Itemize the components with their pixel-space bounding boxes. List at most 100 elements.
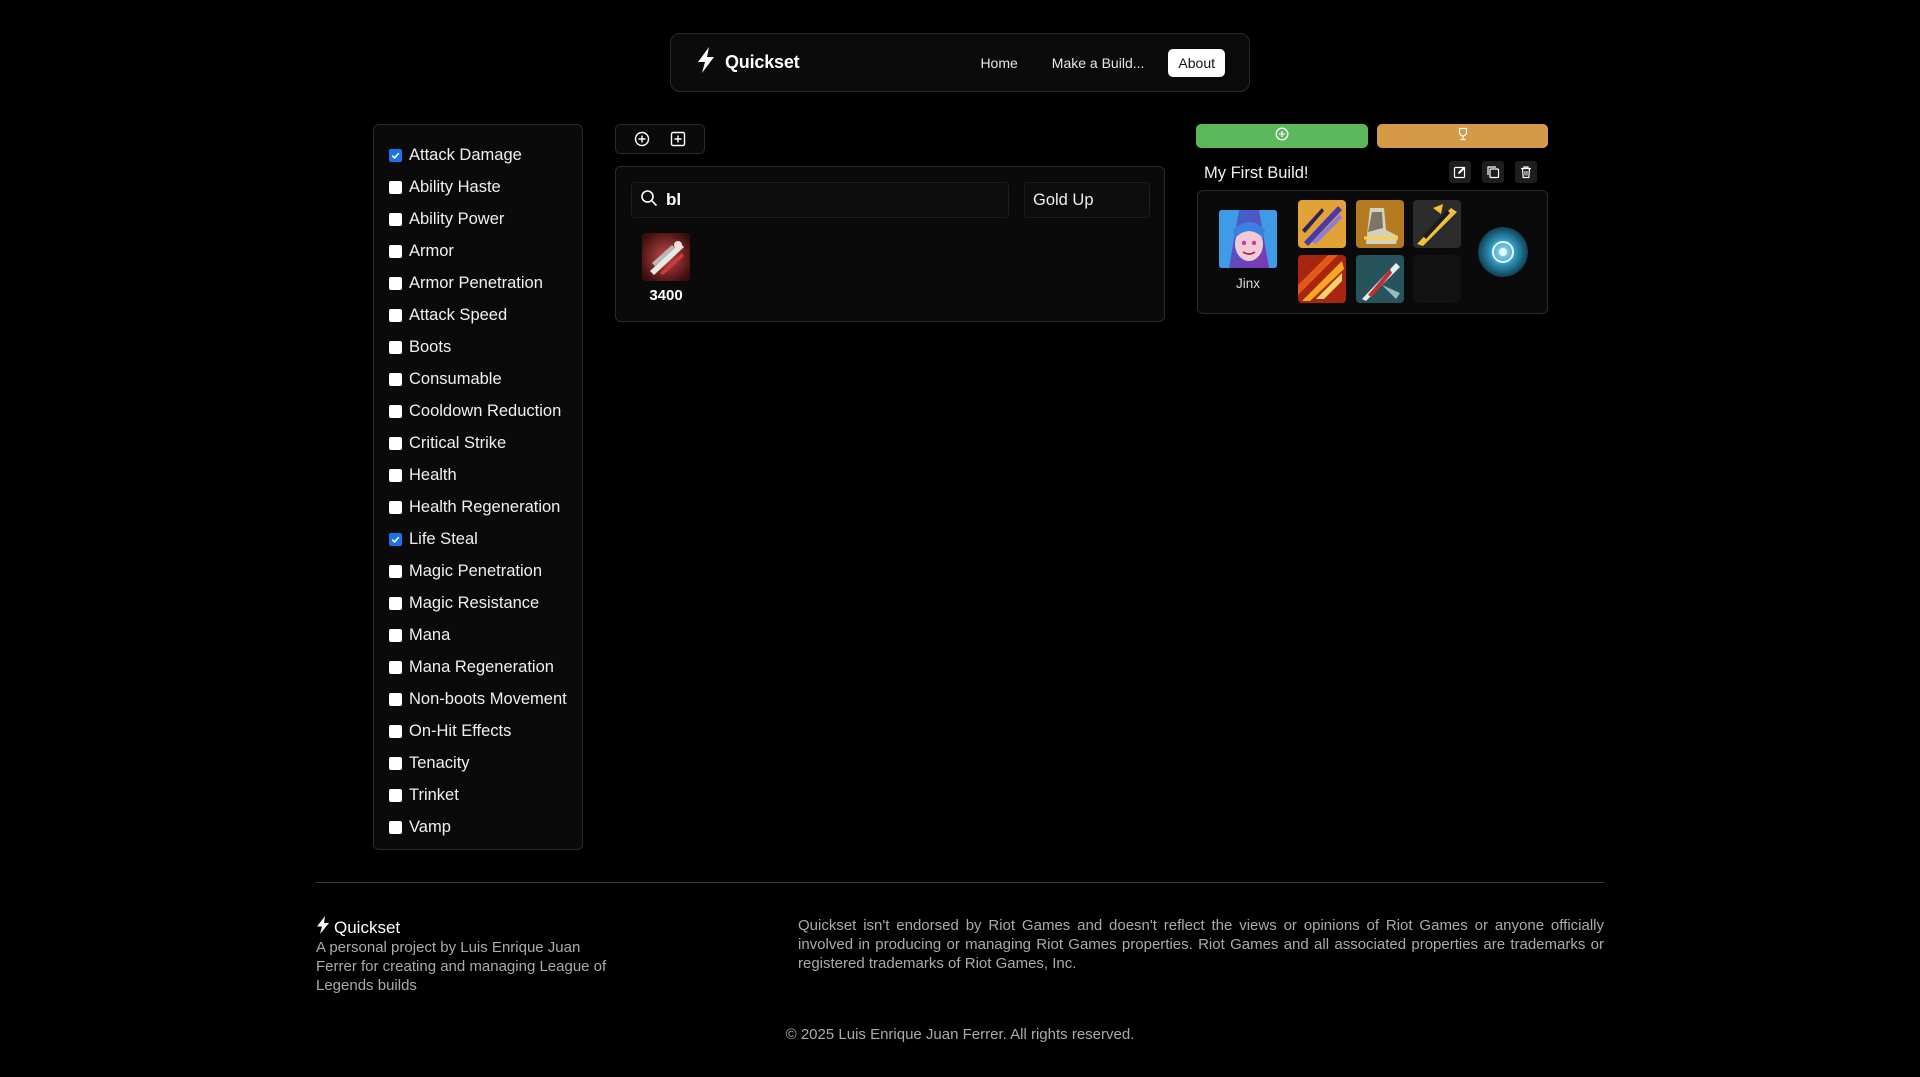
filter-label: Boots xyxy=(409,337,452,356)
filter-option[interactable]: Non-boots Movement xyxy=(389,683,582,715)
circle-plus-icon[interactable] xyxy=(632,129,652,149)
search-icon xyxy=(640,189,666,212)
filter-label: Magic Penetration xyxy=(409,561,542,580)
filter-option[interactable]: Vamp xyxy=(389,811,582,843)
edit-icon[interactable] xyxy=(1449,161,1471,183)
checkbox-checked[interactable] xyxy=(389,532,402,546)
filter-option[interactable]: Health xyxy=(389,459,582,491)
champion-portrait xyxy=(1219,210,1277,268)
save-build-button[interactable] xyxy=(1377,124,1548,148)
build-item-slot-2[interactable] xyxy=(1356,200,1404,248)
filter-option[interactable]: Armor Penetration xyxy=(389,267,582,299)
top-navbar: Quickset Home Make a Build... About xyxy=(670,33,1250,92)
filter-label: Ability Power xyxy=(409,209,505,228)
checkbox[interactable] xyxy=(389,724,402,738)
filter-option[interactable]: Attack Damage xyxy=(389,139,582,171)
checkbox[interactable] xyxy=(389,436,402,450)
build-item-slot-1[interactable] xyxy=(1298,200,1346,248)
filter-label: Armor Penetration xyxy=(409,273,543,292)
item-result[interactable]: 3400 xyxy=(641,233,691,304)
lightning-bolt-icon xyxy=(316,916,330,939)
sort-select[interactable]: Gold Up xyxy=(1024,182,1150,218)
filter-option[interactable]: Tenacity xyxy=(389,747,582,779)
filter-option[interactable]: Trinket xyxy=(389,779,582,811)
checkbox[interactable] xyxy=(389,180,402,194)
nav-link-home[interactable]: Home xyxy=(970,49,1027,77)
stat-filter-panel: Attack Damage Ability Haste Ability Power A… xyxy=(373,124,583,850)
checkbox[interactable] xyxy=(389,244,402,258)
checkbox[interactable] xyxy=(389,820,402,834)
copy-icon[interactable] xyxy=(1482,161,1504,183)
build-trinket-slot[interactable] xyxy=(1478,227,1528,277)
item-icon xyxy=(642,233,690,281)
build-card: Jinx xyxy=(1197,190,1548,314)
footer-legal-notice: Quickset isn't endorsed by Riot Games an… xyxy=(798,917,1604,972)
filter-option[interactable]: Critical Strike xyxy=(389,427,582,459)
checkbox[interactable] xyxy=(389,212,402,226)
nav-link-make-build[interactable]: Make a Build... xyxy=(1042,49,1155,77)
filter-option[interactable]: Consumable xyxy=(389,363,582,395)
square-plus-icon[interactable] xyxy=(668,129,688,149)
filter-option[interactable]: Ability Haste xyxy=(389,171,582,203)
filter-option[interactable]: Health Regeneration xyxy=(389,491,582,523)
checkbox[interactable] xyxy=(389,596,402,610)
filter-label: Non-boots Movement xyxy=(409,689,567,708)
build-item-slot-5[interactable] xyxy=(1356,255,1404,303)
filter-label: Mana Regeneration xyxy=(409,657,554,676)
checkbox[interactable] xyxy=(389,340,402,354)
filter-option[interactable]: Armor xyxy=(389,235,582,267)
filter-option[interactable]: Mana Regeneration xyxy=(389,651,582,683)
build-item-slot-empty[interactable] xyxy=(1413,255,1461,303)
filter-option[interactable]: Cooldown Reduction xyxy=(389,395,582,427)
filter-option[interactable]: Attack Speed xyxy=(389,299,582,331)
checkbox[interactable] xyxy=(389,628,402,642)
new-build-button[interactable] xyxy=(1196,124,1368,148)
footer-brand[interactable]: Quickset xyxy=(316,916,400,939)
filter-label: Attack Damage xyxy=(409,145,522,164)
filter-label: Health xyxy=(409,465,457,484)
champion[interactable]: Jinx xyxy=(1219,210,1277,291)
filter-option[interactable]: Life Steal xyxy=(389,523,582,555)
checkbox[interactable] xyxy=(389,788,402,802)
checkbox[interactable] xyxy=(389,756,402,770)
filter-label: Vamp xyxy=(409,817,451,836)
checkbox[interactable] xyxy=(389,468,402,482)
filter-label: Critical Strike xyxy=(409,433,507,452)
build-item-slot-4[interactable] xyxy=(1298,255,1346,303)
filter-label: Cooldown Reduction xyxy=(409,401,562,420)
checkbox[interactable] xyxy=(389,660,402,674)
search-box xyxy=(631,182,1009,218)
brand[interactable]: Quickset xyxy=(695,47,800,78)
checkbox[interactable] xyxy=(389,372,402,386)
trash-icon[interactable] xyxy=(1515,161,1537,183)
filter-label: Attack Speed xyxy=(409,305,508,324)
build-actions xyxy=(1449,161,1537,183)
filter-label: On-Hit Effects xyxy=(409,721,512,740)
checkbox[interactable] xyxy=(389,564,402,578)
filter-label: Armor xyxy=(409,241,454,260)
filter-option[interactable]: Boots xyxy=(389,331,582,363)
filter-label: Life Steal xyxy=(409,529,478,548)
filter-option[interactable]: On-Hit Effects xyxy=(389,715,582,747)
checkbox[interactable] xyxy=(389,692,402,706)
filter-option[interactable]: Magic Resistance xyxy=(389,587,582,619)
filter-option[interactable]: Mana xyxy=(389,619,582,651)
search-input[interactable] xyxy=(666,190,986,210)
checkbox-checked[interactable] xyxy=(389,148,402,162)
filter-option[interactable]: Ability Power xyxy=(389,203,582,235)
build-title: My First Build! xyxy=(1204,164,1309,182)
filter-label: Health Regeneration xyxy=(409,497,561,516)
trophy-icon xyxy=(1456,127,1470,146)
build-item-slot-3[interactable] xyxy=(1413,200,1461,248)
filter-option[interactable]: Magic Penetration xyxy=(389,555,582,587)
champion-name: Jinx xyxy=(1235,276,1260,291)
brand-name: Quickset xyxy=(725,52,800,72)
nav-links: Home Make a Build... About xyxy=(970,48,1225,77)
checkbox[interactable] xyxy=(389,500,402,514)
filter-label: Tenacity xyxy=(409,753,470,772)
checkbox[interactable] xyxy=(389,308,402,322)
checkbox[interactable] xyxy=(389,404,402,418)
item-price: 3400 xyxy=(649,287,683,304)
nav-link-about[interactable]: About xyxy=(1168,48,1225,77)
checkbox[interactable] xyxy=(389,276,402,290)
